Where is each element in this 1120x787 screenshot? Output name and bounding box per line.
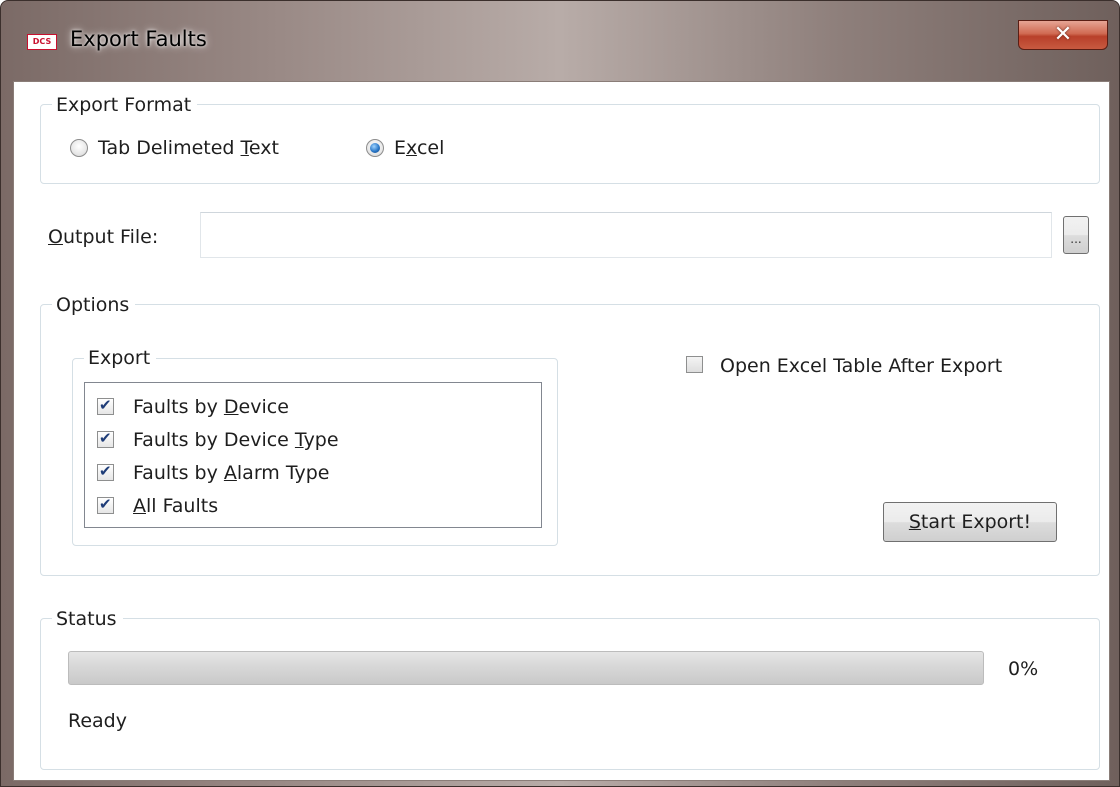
export-subgroup-legend: Export (84, 347, 157, 369)
status-legend: Status (52, 608, 123, 630)
browse-button[interactable]: ... (1063, 216, 1089, 254)
faults-by-alarm-type-label[interactable]: Faults by Alarm Type (133, 462, 329, 484)
faults-by-device-label[interactable]: Faults by Device (133, 396, 289, 418)
dialog-client-area: Export Format Tab Delimeted Text Excel O… (13, 81, 1110, 781)
status-text: Ready (68, 710, 127, 732)
window-title: Export Faults (70, 27, 207, 51)
excel-radio[interactable] (366, 139, 384, 157)
faults-by-device-type-label[interactable]: Faults by Device Type (133, 429, 339, 451)
faults-by-device-type-checkbox[interactable] (97, 429, 114, 448)
title-bar[interactable]: DCS Export Faults ✕ (1, 1, 1119, 81)
faults-by-alarm-type-checkbox[interactable] (97, 462, 114, 481)
export-faults-window: DCS Export Faults ✕ Export Format Tab De… (0, 0, 1120, 787)
progress-percent: 0% (1008, 658, 1039, 680)
export-format-legend: Export Format (52, 94, 198, 116)
export-progress-bar (68, 651, 984, 685)
export-items-list[interactable]: Faults by Device Faults by Device Type F… (84, 382, 542, 528)
app-icon: DCS (27, 34, 57, 50)
options-legend: Options (52, 294, 136, 316)
output-file-label: Output File: (48, 226, 159, 248)
all-faults-checkbox[interactable] (97, 495, 114, 514)
output-file-input[interactable] (200, 212, 1052, 258)
all-faults-label[interactable]: All Faults (133, 495, 218, 517)
status-group (40, 618, 1100, 770)
excel-label[interactable]: Excel (394, 137, 444, 159)
close-icon: ✕ (1053, 22, 1073, 47)
open-excel-checkbox[interactable] (686, 356, 703, 373)
faults-by-device-checkbox[interactable] (97, 396, 114, 415)
tab-delimited-radio[interactable] (70, 139, 88, 157)
tab-delimited-label[interactable]: Tab Delimeted Text (98, 137, 279, 159)
open-excel-label[interactable]: Open Excel Table After Export (720, 355, 1002, 377)
close-button[interactable]: ✕ (1018, 20, 1108, 50)
start-export-button[interactable]: Start Export! (883, 502, 1057, 542)
